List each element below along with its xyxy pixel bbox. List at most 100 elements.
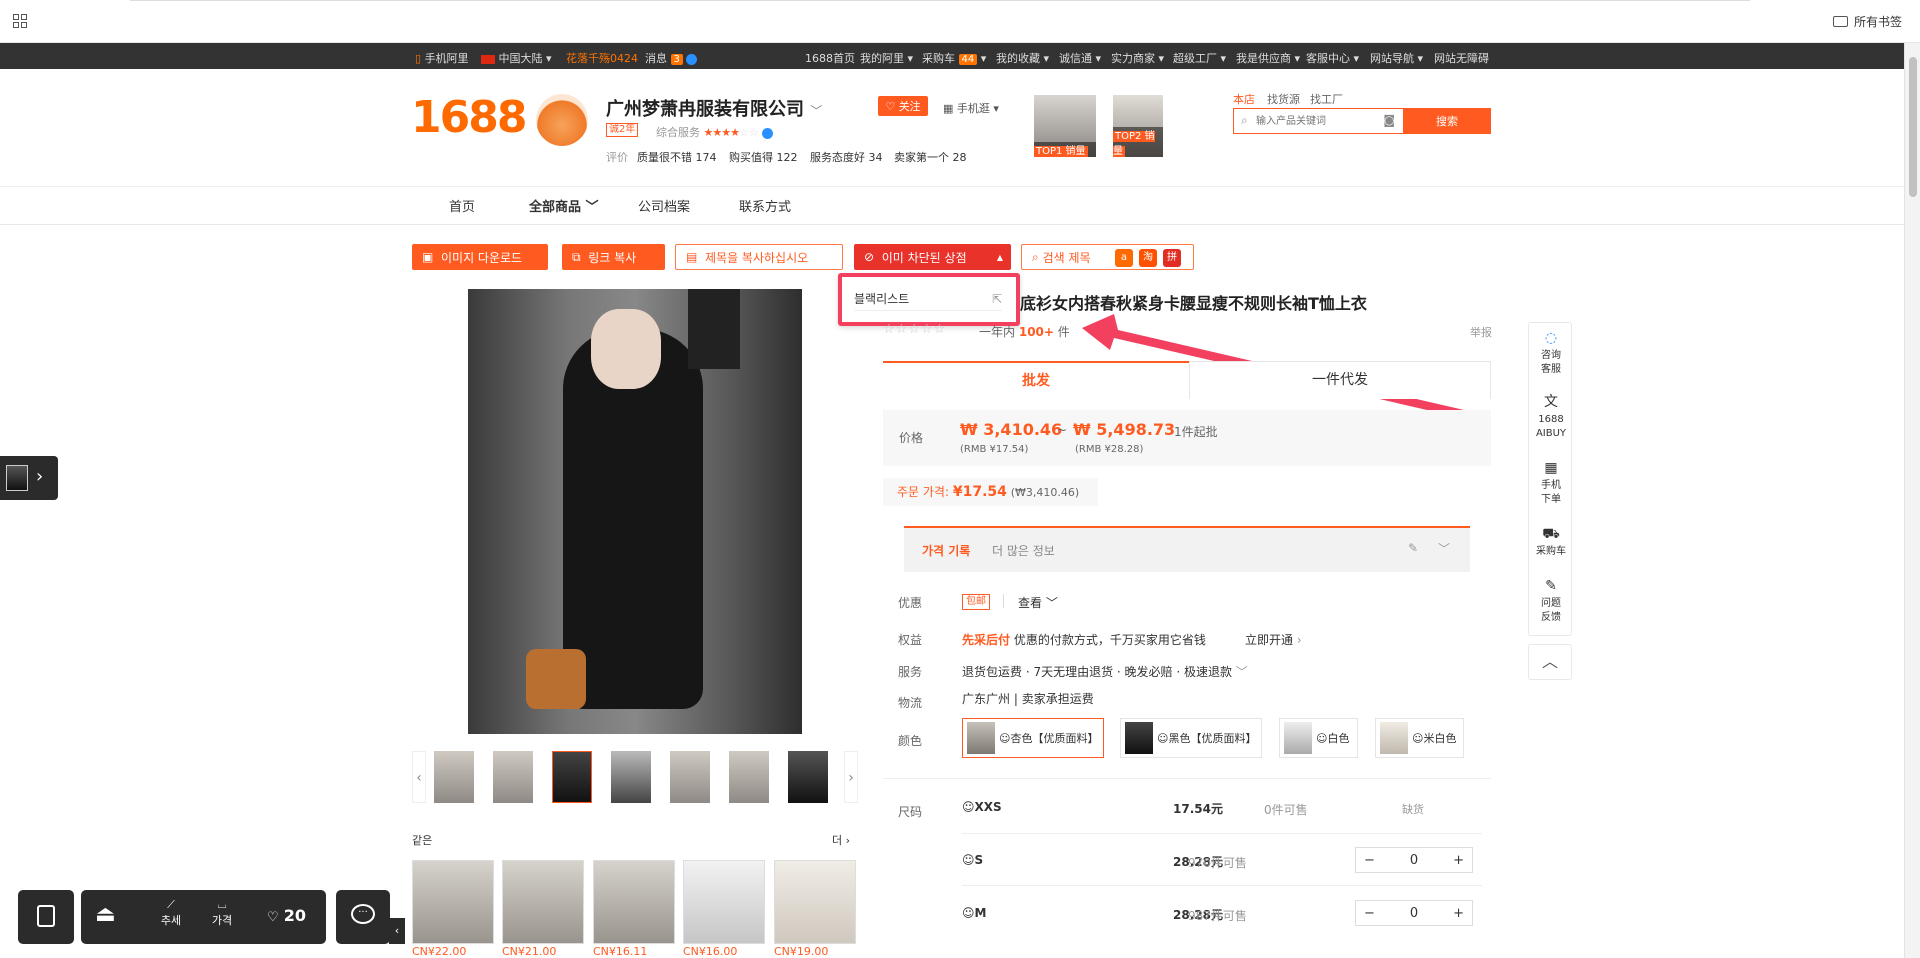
caret-up-icon: ▲ <box>996 252 1003 262</box>
shop-avatar <box>536 94 588 146</box>
all-bookmarks-button[interactable]: 所有书签 <box>1833 13 1902 30</box>
like-button[interactable]: ♡ 20 <box>267 906 306 925</box>
rights-open-link[interactable]: 立即开通 › <box>1245 631 1302 648</box>
service-info[interactable]: 退货包运费 · 7天无理由退货 · 晚发必赔 · 极速退款 ﹀ <box>962 663 1248 680</box>
blocked-store-button[interactable]: ⊘ 이미 차단된 상점 ▲ <box>854 244 1011 270</box>
thumbnail[interactable] <box>611 751 651 803</box>
top-link-a11y[interactable]: 网站无障碍 <box>1434 50 1489 66</box>
color-option-selected[interactable]: ☺杏色【优质面料】 <box>962 718 1104 758</box>
page-scrollbar[interactable] <box>1904 43 1920 958</box>
thumbnail[interactable] <box>493 751 533 803</box>
minus-icon: − <box>1364 852 1375 868</box>
chart-icon: ⟋ <box>167 898 175 911</box>
promo-view-link[interactable]: 查看 ﹀ <box>1018 594 1058 611</box>
pdd-icon[interactable]: 拼 <box>1163 249 1181 267</box>
heart-icon: ♡ <box>267 910 279 925</box>
thumbnail[interactable] <box>670 751 710 803</box>
related-item[interactable] <box>502 860 584 944</box>
apps-grid-icon[interactable] <box>13 14 27 28</box>
related-item[interactable] <box>412 860 494 944</box>
nav-all-products[interactable]: 全部商品 ﹀ <box>529 196 599 215</box>
site-logo[interactable]: 1688 <box>411 92 527 143</box>
top-link-supplier[interactable]: 我是供应商 ▾ <box>1236 50 1300 66</box>
nav-home[interactable]: 首页 <box>449 196 475 215</box>
price-history-bar[interactable]: 가격 기록 더 많은 정보 ✎ ﹀ <box>904 526 1470 572</box>
eject-icon[interactable]: ⏏ <box>95 902 116 927</box>
back-to-top-button[interactable]: ︿ <box>1528 644 1572 680</box>
trend-button[interactable]: ⟋ 추세 <box>151 898 191 928</box>
copy-link-button[interactable]: ⧉ 링크 복사 <box>562 244 665 270</box>
mobile-ali-link[interactable]: ▯ 手机阿里 <box>415 50 469 66</box>
top-link-cart[interactable]: 采购车 44 ▾ <box>922 50 986 66</box>
folder-icon <box>1833 16 1848 27</box>
quantity-stepper[interactable]: −0 + <box>1355 900 1473 926</box>
search-tab-store[interactable]: 本店 <box>1233 91 1255 107</box>
thumbnail-selected[interactable] <box>552 751 592 803</box>
thumbnail[interactable] <box>788 751 828 803</box>
edit-icon[interactable]: ✎ <box>1408 541 1418 555</box>
top-link-merchant[interactable]: 实力商家 ▾ <box>1111 50 1164 66</box>
color-option[interactable]: ☺米白色 <box>1375 718 1464 758</box>
link-icon: ⧉ <box>572 249 581 264</box>
report-link[interactable]: 举报 <box>1470 324 1492 340</box>
nav-company[interactable]: 公司档案 <box>638 196 690 215</box>
top-link-myali[interactable]: 我的阿里 ▾ <box>860 50 913 66</box>
tab-wholesale[interactable]: 批发 <box>883 361 1189 399</box>
mobile-shop-link[interactable]: ▦ 手机逛 ▾ <box>943 100 999 116</box>
search-input[interactable] <box>1256 112 1374 130</box>
top-link-service[interactable]: 客服中心 ▾ <box>1306 50 1359 66</box>
related-item[interactable] <box>774 860 856 944</box>
color-option[interactable]: ☺白色 <box>1279 718 1358 758</box>
top-link-factory[interactable]: 超级工厂 ▾ <box>1173 50 1226 66</box>
left-float-panel[interactable]: › <box>0 456 58 500</box>
site-topbar: ▯ 手机阿里 中国大陆 ▾ 花落千殇0424 消息 3 1688首页 我的阿里 … <box>0 43 1904 69</box>
search-title-button[interactable]: ⌕ 검색 제목 a 淘 拼 <box>1021 244 1194 270</box>
feedback-button[interactable]: ✎ 问题 反馈 <box>1529 577 1573 625</box>
price-button[interactable]: ⌴ 가격 <box>202 898 242 928</box>
mobile-order-button[interactable]: ▦ 手机 下单 <box>1529 459 1573 507</box>
related-item[interactable] <box>593 860 675 944</box>
top2-product[interactable]: TOP2 销量 <box>1113 95 1163 157</box>
rating-stars: ☆☆☆☆☆ <box>883 322 947 337</box>
chat-button[interactable]: ··· <box>336 890 390 944</box>
top-link-home[interactable]: 1688首页 <box>805 50 855 66</box>
thumb-next-arrow[interactable]: › <box>844 751 858 803</box>
search-tab-factory[interactable]: 找工厂 <box>1310 91 1343 107</box>
top1-product[interactable]: TOP1 销量 <box>1034 95 1096 157</box>
shop-name[interactable]: 广州梦萧冉服装有限公司 ﹀ <box>606 95 822 121</box>
search-button[interactable]: 搜索 <box>1403 108 1491 134</box>
cart-button[interactable]: ⛟ 采购车 <box>1529 525 1573 559</box>
bag-icon <box>37 905 55 927</box>
download-images-button[interactable]: ▣ 이미지 다운로드 <box>412 244 548 270</box>
consult-service-button[interactable]: ◌ 咨询 客服 <box>1529 329 1573 377</box>
thumbnail[interactable] <box>729 751 769 803</box>
camera-icon[interactable]: ◙ <box>1383 113 1395 127</box>
search-tab-source[interactable]: 找货源 <box>1267 91 1300 107</box>
product-main-image[interactable] <box>468 289 802 734</box>
eval-tag: 服务态度好 34 <box>810 151 883 164</box>
thumb-prev-arrow[interactable]: ‹ <box>412 751 426 803</box>
related-more-link[interactable]: 더 › <box>832 832 850 848</box>
aibuy-button[interactable]: 文 1688 AIBUY <box>1529 393 1573 441</box>
quantity-stepper[interactable]: −0 + <box>1355 847 1473 873</box>
basket-icon: ⌴ <box>217 898 227 911</box>
taobao-icon[interactable]: 淘 <box>1139 249 1157 267</box>
alibaba-icon[interactable]: a <box>1115 249 1133 267</box>
copy-title-button[interactable]: ▤ 제목을 복사하십시오 <box>675 244 843 270</box>
follow-button[interactable]: ♡ 关注 <box>878 96 928 116</box>
color-option[interactable]: ☺黑色【优质面料】 <box>1120 718 1262 758</box>
nav-contact[interactable]: 联系方式 <box>739 196 791 215</box>
top-link-favorites[interactable]: 我的收藏 ▾ <box>996 50 1049 66</box>
top-link-sitenav[interactable]: 网站导航 ▾ <box>1370 50 1423 66</box>
related-item[interactable] <box>683 860 765 944</box>
bag-button[interactable] <box>18 890 74 944</box>
tab-dropship[interactable]: 一件代发 <box>1189 361 1491 399</box>
messages-link[interactable]: 消息 3 <box>645 50 698 66</box>
collapse-toggle[interactable]: ‹ <box>389 918 405 944</box>
blacklist-item[interactable]: 블랙리스트 ⇱ <box>854 287 1002 311</box>
region-select[interactable]: 中国大陆 ▾ <box>481 50 552 66</box>
thumbnail[interactable] <box>434 751 474 803</box>
chevron-down-icon[interactable]: ﹀ <box>1438 540 1450 557</box>
user-nickname[interactable]: 花落千殇0424 <box>566 50 638 66</box>
top-link-cxt[interactable]: 诚信通 ▾ <box>1059 50 1101 66</box>
